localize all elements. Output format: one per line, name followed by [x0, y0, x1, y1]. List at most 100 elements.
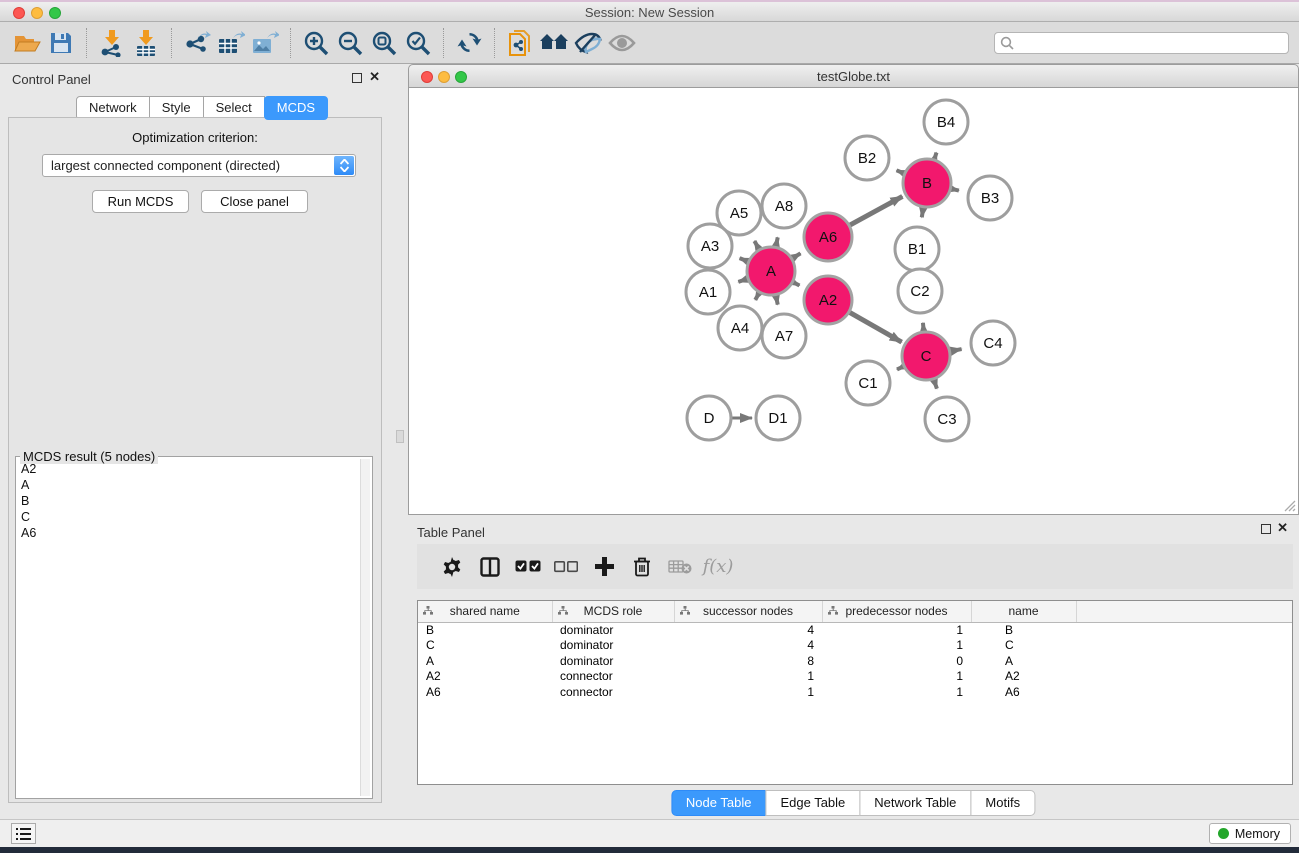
- refresh-network-view-icon[interactable]: [452, 28, 486, 58]
- table-row[interactable]: Cdominator41C: [418, 638, 1292, 654]
- cell-MCDS-role[interactable]: dominator: [552, 622, 674, 638]
- mcds-result-item[interactable]: B: [18, 493, 358, 509]
- table-row[interactable]: A6connector11A6: [418, 684, 1292, 700]
- select-all-columns-icon[interactable]: [509, 552, 547, 582]
- cell-successor-nodes[interactable]: 4: [674, 638, 822, 654]
- cell-shared-name[interactable]: A: [418, 653, 552, 669]
- network-window-titlebar[interactable]: testGlobe.txt: [408, 64, 1299, 88]
- edge-A-A8[interactable]: [776, 237, 778, 246]
- edge-A-A1[interactable]: [738, 279, 747, 282]
- edge-A-A3[interactable]: [740, 258, 748, 261]
- table-row[interactable]: Adominator80A: [418, 653, 1292, 669]
- table-row[interactable]: A2connector11A2: [418, 669, 1292, 685]
- mcds-result-item[interactable]: A2: [18, 461, 358, 477]
- edge-C-C2[interactable]: [923, 323, 924, 331]
- split-pane-grip[interactable]: [396, 430, 404, 443]
- float-panel-icon[interactable]: [352, 73, 362, 83]
- edge-B-B3[interactable]: [951, 189, 959, 191]
- cell-shared-name[interactable]: C: [418, 638, 552, 654]
- edge-C-C1[interactable]: [897, 367, 903, 370]
- zoom-in-icon[interactable]: [299, 28, 333, 58]
- memory-button[interactable]: Memory: [1209, 823, 1291, 844]
- duplicate-network-icon[interactable]: [503, 28, 537, 58]
- export-table-icon[interactable]: [214, 28, 248, 58]
- settings-gear-icon[interactable]: [433, 552, 471, 582]
- cell-MCDS-role[interactable]: dominator: [552, 653, 674, 669]
- edge-C-C3[interactable]: [934, 380, 937, 389]
- cell-predecessor-nodes[interactable]: 0: [822, 653, 971, 669]
- network-canvas[interactable]: B4B2BB3A5A8A6A3B1AA1C2A2A4A7C4CC1C3DD1: [408, 88, 1299, 515]
- cell-name[interactable]: B: [971, 622, 1076, 638]
- zoom-selected-icon[interactable]: [401, 28, 435, 58]
- column-header-successor-nodes[interactable]: successor nodes: [674, 601, 822, 622]
- mcds-result-scrollbar[interactable]: [360, 459, 370, 796]
- cell-name[interactable]: A: [971, 653, 1076, 669]
- cell-name[interactable]: A6: [971, 684, 1076, 700]
- show-panels-list-button[interactable]: [11, 823, 36, 844]
- split-columns-icon[interactable]: [471, 552, 509, 582]
- cell-shared-name[interactable]: B: [418, 622, 552, 638]
- edge-A6-B[interactable]: [850, 196, 902, 225]
- hide-graphics-details-icon[interactable]: [571, 28, 605, 58]
- delete-column-icon[interactable]: [623, 552, 661, 582]
- run-mcds-button[interactable]: Run MCDS: [92, 190, 189, 213]
- float-table-panel-icon[interactable]: [1261, 524, 1271, 534]
- show-graphics-details-icon[interactable]: [605, 28, 639, 58]
- mcds-result-item[interactable]: C: [18, 509, 358, 525]
- cell-name[interactable]: C: [971, 638, 1076, 654]
- save-session-icon[interactable]: [44, 28, 78, 58]
- tab-network-table[interactable]: Network Table: [859, 790, 971, 816]
- column-header-predecessor-nodes[interactable]: predecessor nodes: [822, 601, 971, 622]
- tab-edge-table[interactable]: Edge Table: [765, 790, 860, 816]
- network-graph[interactable]: B4B2BB3A5A8A6A3B1AA1C2A2A4A7C4CC1C3DD1: [409, 88, 1298, 514]
- deselect-all-columns-icon[interactable]: [547, 552, 585, 582]
- table-row[interactable]: Bdominator41B: [418, 622, 1292, 638]
- cell-name[interactable]: A2: [971, 669, 1076, 685]
- edge-B-B1[interactable]: [922, 208, 923, 218]
- open-session-icon[interactable]: [10, 28, 44, 58]
- tab-mcds[interactable]: MCDS: [264, 96, 328, 120]
- cell-predecessor-nodes[interactable]: 1: [822, 622, 971, 638]
- function-builder-icon[interactable]: f(x): [699, 552, 737, 582]
- edge-A-A5[interactable]: [754, 241, 758, 249]
- search-input[interactable]: [1014, 36, 1288, 50]
- import-network-icon[interactable]: [95, 28, 129, 58]
- edge-A-A6[interactable]: [792, 253, 800, 258]
- window-resize-grip[interactable]: [1282, 498, 1296, 512]
- edge-A2-C[interactable]: [850, 312, 902, 342]
- import-table-icon[interactable]: [129, 28, 163, 58]
- cell-MCDS-role[interactable]: connector: [552, 669, 674, 685]
- cell-MCDS-role[interactable]: connector: [552, 684, 674, 700]
- cell-successor-nodes[interactable]: 4: [674, 622, 822, 638]
- tab-motifs[interactable]: Motifs: [970, 790, 1035, 816]
- column-header-MCDS-role[interactable]: MCDS role: [552, 601, 674, 622]
- edge-A-A7[interactable]: [776, 296, 778, 305]
- cell-MCDS-role[interactable]: dominator: [552, 638, 674, 654]
- home-view-icon[interactable]: [537, 28, 571, 58]
- cell-successor-nodes[interactable]: 1: [674, 669, 822, 685]
- cell-shared-name[interactable]: A6: [418, 684, 552, 700]
- edge-B-B4[interactable]: [934, 153, 936, 160]
- criterion-select[interactable]: largest connected component (directed): [42, 154, 356, 177]
- cell-predecessor-nodes[interactable]: 1: [822, 638, 971, 654]
- add-column-icon[interactable]: [585, 552, 623, 582]
- node-table[interactable]: shared nameMCDS rolesuccessor nodesprede…: [417, 600, 1293, 785]
- cell-predecessor-nodes[interactable]: 1: [822, 684, 971, 700]
- cell-predecessor-nodes[interactable]: 1: [822, 669, 971, 685]
- close-panel-icon[interactable]: ✕: [369, 70, 380, 84]
- export-image-icon[interactable]: [248, 28, 282, 58]
- edge-A-A2[interactable]: [793, 282, 799, 285]
- mcds-result-item[interactable]: A: [18, 477, 358, 493]
- edge-A-A4[interactable]: [755, 293, 759, 300]
- search-field[interactable]: [994, 32, 1289, 54]
- cell-successor-nodes[interactable]: 8: [674, 653, 822, 669]
- edge-B-B2[interactable]: [897, 170, 904, 173]
- zoom-out-icon[interactable]: [333, 28, 367, 58]
- cell-successor-nodes[interactable]: 1: [674, 684, 822, 700]
- delete-table-icon[interactable]: [661, 552, 699, 582]
- tab-node-table[interactable]: Node Table: [671, 790, 767, 816]
- close-table-panel-icon[interactable]: ✕: [1277, 521, 1288, 535]
- column-header-shared-name[interactable]: shared name: [418, 601, 552, 622]
- edge-C-C4[interactable]: [951, 349, 962, 351]
- cell-shared-name[interactable]: A2: [418, 669, 552, 685]
